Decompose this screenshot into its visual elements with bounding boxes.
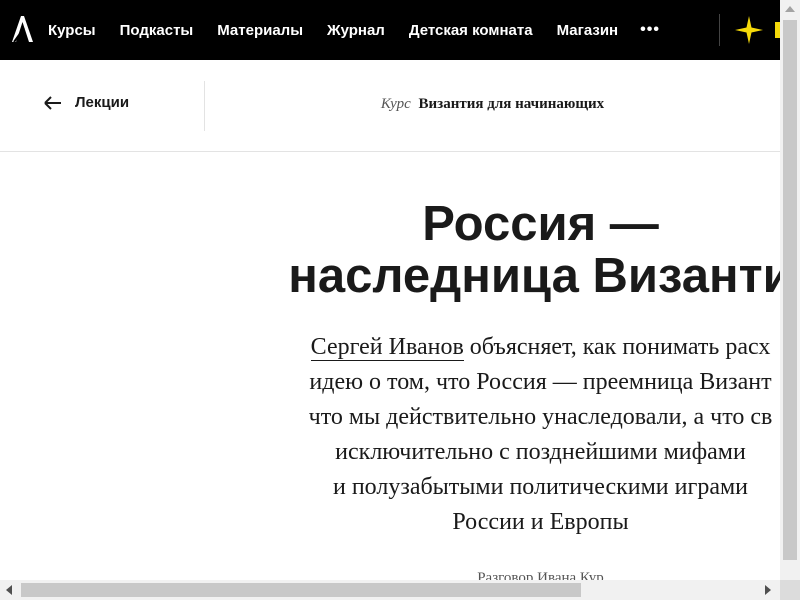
lecture-title: Россия — наследница Византи xyxy=(208,198,800,302)
lead-line-4: исключительно с позднейшими мифами xyxy=(335,439,746,465)
nav-item-courses[interactable]: Курсы xyxy=(48,22,96,39)
scrollbar-corner xyxy=(780,580,800,600)
scroll-up-icon[interactable] xyxy=(785,6,795,12)
vertical-scrollbar[interactable] xyxy=(780,0,800,580)
arzamas-logo-icon[interactable] xyxy=(10,14,34,44)
arrow-left-icon xyxy=(44,95,61,110)
nav-divider xyxy=(719,14,720,46)
lead-line-1: Сергей Иванов объясняет, как понимать ра… xyxy=(213,330,800,365)
scroll-left-icon[interactable] xyxy=(6,585,12,595)
back-label: Лекции xyxy=(75,94,130,111)
top-navigation-bar: Курсы Подкасты Материалы Журнал Детская … xyxy=(0,0,780,60)
vertical-scroll-thumb[interactable] xyxy=(783,20,797,560)
scroll-right-icon[interactable] xyxy=(765,585,771,595)
nav-item-shop[interactable]: Магазин xyxy=(557,22,619,39)
nav-item-materials[interactable]: Материалы xyxy=(217,22,303,39)
course-title[interactable]: Курс Византия для начинающих xyxy=(205,96,780,113)
back-to-lectures-link[interactable]: Лекции xyxy=(44,94,129,111)
title-line-1: Россия — xyxy=(422,197,659,251)
nav-item-kids-room[interactable]: Детская комната xyxy=(409,22,533,39)
title-line-2: наследница Византи xyxy=(288,249,793,303)
lead-line-5: и полузабытыми политическими играми xyxy=(332,474,749,500)
sparkle-star-icon[interactable] xyxy=(734,15,764,45)
course-kind-label: Курс xyxy=(380,96,411,112)
horizontal-scroll-thumb[interactable] xyxy=(21,583,581,597)
lead-line-6: России и Европы xyxy=(452,509,629,535)
nav-item-podcasts[interactable]: Подкасты xyxy=(120,22,194,39)
course-header: Лекции Курс Византия для начинающих xyxy=(0,60,780,152)
lead-line-2: идею о том, что Россия — преемница Визан… xyxy=(309,369,772,395)
more-menu-icon[interactable]: ••• xyxy=(640,21,660,39)
course-name: Византия для начинающих xyxy=(418,96,605,112)
nav-item-journal[interactable]: Журнал xyxy=(327,22,385,39)
lead-line-3: что мы действительно унаследовали, а что… xyxy=(308,404,773,430)
horizontal-scrollbar[interactable] xyxy=(0,580,780,600)
lead-line-1-rest: объясняет, как понимать расх xyxy=(463,334,771,360)
author-link[interactable]: Сергей Иванов xyxy=(310,334,464,361)
lecture-lead: Сергей Иванов объясняет, как понимать ра… xyxy=(213,330,800,540)
main-nav: Курсы Подкасты Материалы Журнал Детская … xyxy=(48,0,660,60)
